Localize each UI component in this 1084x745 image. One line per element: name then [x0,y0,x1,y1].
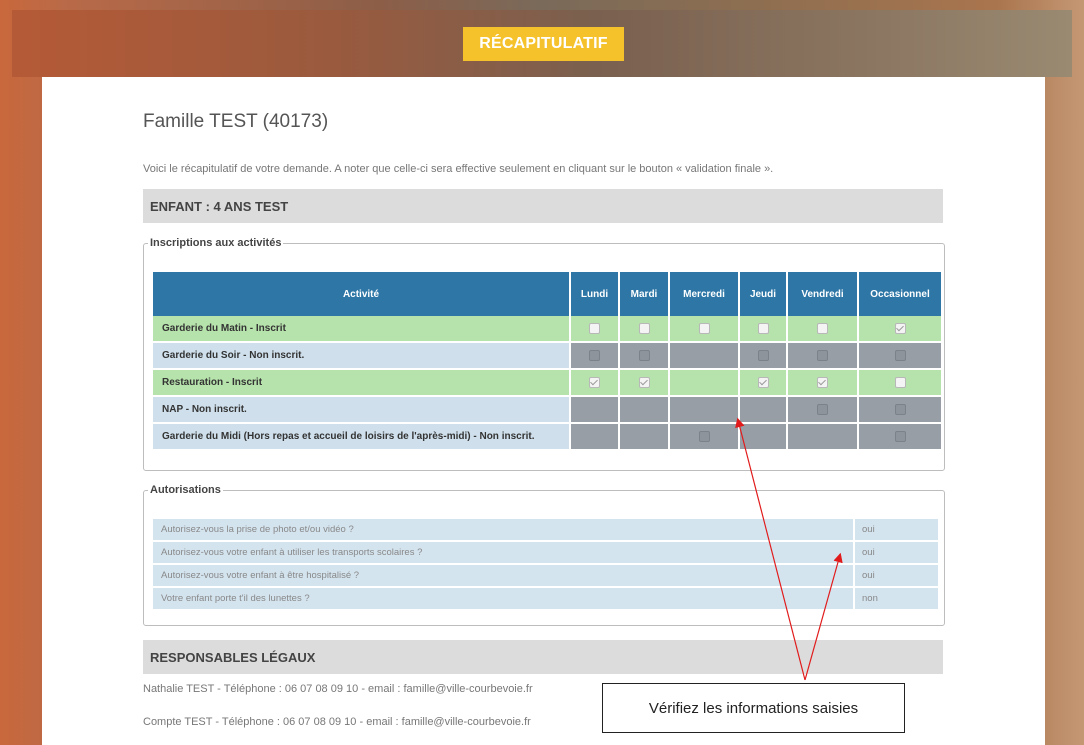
authorization-answer: oui [853,519,938,542]
guardian-line: Nathalie TEST - Téléphone : 06 07 08 09 … [143,683,533,695]
activity-row: NAP - Non inscrit. [153,396,943,424]
column-header-vendredi: Vendredi [787,272,859,316]
authorizations-table: Autorisez-vous la prise de photo et/ou v… [153,519,938,611]
activity-row: Garderie du Matin - Inscrit [153,316,943,343]
intro-text: Voici le récapitulatif de votre demande.… [143,163,774,175]
authorization-question: Autorisez-vous votre enfant à utiliser l… [153,541,854,565]
authorization-question: Autorisez-vous votre enfant à être hospi… [153,564,854,588]
authorization-answer: non [853,587,938,611]
day-cell [619,316,670,343]
activity-label: Garderie du Soir - Non inscrit. [153,342,571,370]
column-header-mercredi: Mercredi [669,272,740,316]
checked-checkbox [589,376,600,388]
activities-table: Activité Lundi Mardi Mercredi Jeudi Vendredi O… [153,272,943,451]
page-background: RÉCAPITULATIF Famille TEST (40173) Voici… [0,0,1084,745]
day-cell [570,316,620,343]
day-cell [787,396,859,424]
family-title: Famille TEST (40173) [143,111,329,132]
child-section-header: ENFANT : 4 ANS TEST [143,189,943,223]
day-cell [669,316,740,343]
day-cell [669,396,740,424]
day-cell [739,369,788,397]
authorization-question: Votre enfant porte t'il des lunettes ? [153,587,854,611]
day-cell [619,369,670,397]
guardians-section-header: RESPONSABLES LÉGAUX [143,640,943,674]
checkbox [817,322,828,334]
checkbox [757,322,769,334]
authorization-row: Votre enfant porte t'il des lunettes ? no… [153,587,938,611]
activity-row: Restauration - Inscrit [153,369,943,397]
checked-checkbox [817,376,828,388]
checkbox [894,430,906,442]
checkbox [698,322,710,334]
day-cell [669,369,740,397]
day-cell [619,396,670,424]
day-cell [619,342,670,370]
checkbox [589,322,600,334]
checkbox [894,349,906,361]
day-cell [739,423,788,451]
column-header-activité: Activité [153,272,571,316]
day-cell [787,369,859,397]
callout-box: Vérifiez les informations saisies [602,683,905,733]
checked-checkbox [757,376,769,388]
checkbox [638,349,650,361]
day-cell [570,423,620,451]
day-cell [858,369,943,397]
day-cell [787,423,859,451]
authorization-row: Autorisez-vous la prise de photo et/ou v… [153,519,938,542]
day-cell [570,369,620,397]
checked-checkbox [894,322,906,334]
activity-label: Garderie du Midi (Hors repas et accueil … [153,423,571,451]
checkbox [757,349,769,361]
day-cell [787,316,859,343]
checkbox [638,322,650,334]
day-cell [858,396,943,424]
column-header-jeudi: Jeudi [739,272,788,316]
activity-label: Restauration - Inscrit [153,369,571,397]
authorization-row: Autorisez-vous votre enfant à être hospi… [153,564,938,588]
day-cell [787,342,859,370]
day-cell [739,396,788,424]
guardian-line: Compte TEST - Téléphone : 06 07 08 09 10… [143,716,531,728]
day-cell [570,342,620,370]
authorizations-fieldset: Autorisations Autorisez-vous la prise de… [143,484,945,626]
day-cell [858,423,943,451]
authorization-answer: oui [853,541,938,565]
checked-checkbox [638,376,650,388]
activities-header-row: Activité Lundi Mardi Mercredi Jeudi Vendredi O… [153,272,943,316]
checkbox [817,403,828,415]
checkbox [698,430,710,442]
checkbox [894,376,906,388]
activities-fieldset: Inscriptions aux activités Activité Lundi… [143,237,945,471]
authorization-question: Autorisez-vous la prise de photo et/ou v… [153,519,854,542]
day-cell [669,423,740,451]
checkbox [817,349,828,361]
column-header-lundi: Lundi [570,272,620,316]
column-header-occasionnel: Occasionnel [858,272,943,316]
day-cell [858,342,943,370]
activity-row: Garderie du Midi (Hors repas et accueil … [153,423,943,451]
authorizations-legend: Autorisations [150,484,221,496]
authorization-answer: oui [853,564,938,588]
page-title-badge: RÉCAPITULATIF [463,27,624,61]
checkbox [589,349,600,361]
activity-label: NAP - Non inscrit. [153,396,571,424]
day-cell [619,423,670,451]
day-cell [570,396,620,424]
checkbox [894,403,906,415]
day-cell [739,316,788,343]
day-cell [669,342,740,370]
column-header-mardi: Mardi [619,272,670,316]
day-cell [858,316,943,343]
authorization-row: Autorisez-vous votre enfant à utiliser l… [153,541,938,565]
activities-legend: Inscriptions aux activités [150,237,282,249]
activity-label: Garderie du Matin - Inscrit [153,316,571,343]
day-cell [739,342,788,370]
summary-card: Famille TEST (40173) Voici le récapitula… [42,77,1045,745]
activity-row: Garderie du Soir - Non inscrit. [153,342,943,370]
